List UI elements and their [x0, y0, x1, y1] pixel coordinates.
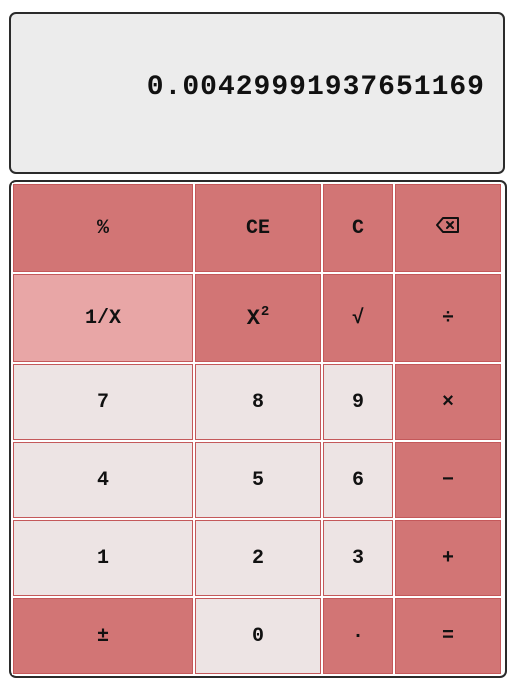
minus-button[interactable]: − — [394, 441, 502, 519]
decimal-label: · — [351, 624, 364, 648]
plus-label: + — [441, 546, 454, 570]
negate-button[interactable]: ± — [12, 597, 194, 675]
digit-1-button[interactable]: 1 — [12, 519, 194, 597]
sqrt-button[interactable]: √ — [322, 273, 394, 363]
reciprocal-button[interactable]: 1/X — [12, 273, 194, 363]
clear-label: C — [351, 216, 364, 240]
digit-6-button[interactable]: 6 — [322, 441, 394, 519]
digit-7-button[interactable]: 7 — [12, 363, 194, 441]
digit-2-button[interactable]: 2 — [194, 519, 322, 597]
digit-4-button[interactable]: 4 — [12, 441, 194, 519]
digit-3-label: 3 — [351, 546, 364, 570]
digit-8-label: 8 — [251, 390, 264, 414]
digit-1-label: 1 — [96, 546, 109, 570]
digit-0-button[interactable]: 0 — [194, 597, 322, 675]
divide-label: ÷ — [441, 306, 454, 330]
sqrt-label: √ — [351, 306, 364, 330]
digit-8-button[interactable]: 8 — [194, 363, 322, 441]
plus-button[interactable]: + — [394, 519, 502, 597]
digit-6-label: 6 — [351, 468, 364, 492]
digit-0-label: 0 — [251, 624, 264, 648]
negate-label: ± — [96, 624, 109, 648]
clear-entry-label: CE — [245, 216, 270, 240]
digit-5-label: 5 — [251, 468, 264, 492]
minus-label: − — [441, 468, 454, 492]
square-button[interactable]: X2 — [194, 273, 322, 363]
percent-button[interactable]: % — [12, 183, 194, 273]
percent-label: % — [96, 216, 109, 240]
backspace-button[interactable] — [394, 183, 502, 273]
digit-2-label: 2 — [251, 546, 264, 570]
digit-5-button[interactable]: 5 — [194, 441, 322, 519]
digit-7-label: 7 — [96, 390, 109, 414]
multiply-label: × — [441, 390, 454, 414]
digit-4-label: 4 — [96, 468, 109, 492]
multiply-button[interactable]: × — [394, 363, 502, 441]
result-display: 0.00429991937651169 — [9, 12, 505, 174]
display-value: 0.00429991937651169 — [146, 72, 485, 103]
digit-3-button[interactable]: 3 — [322, 519, 394, 597]
digit-9-button[interactable]: 9 — [322, 363, 394, 441]
decimal-button[interactable]: · — [322, 597, 394, 675]
calculator-keypad: % CE C 1/X X2 √ ÷ 7 8 9 × 4 5 6 − 1 2 3 … — [9, 180, 507, 678]
equals-label: = — [441, 624, 454, 648]
square-label: X2 — [246, 303, 270, 331]
reciprocal-label: 1/X — [84, 306, 121, 330]
divide-button[interactable]: ÷ — [394, 273, 502, 363]
backspace-icon — [435, 216, 461, 241]
clear-entry-button[interactable]: CE — [194, 183, 322, 273]
digit-9-label: 9 — [351, 390, 364, 414]
clear-button[interactable]: C — [322, 183, 394, 273]
equals-button[interactable]: = — [394, 597, 502, 675]
